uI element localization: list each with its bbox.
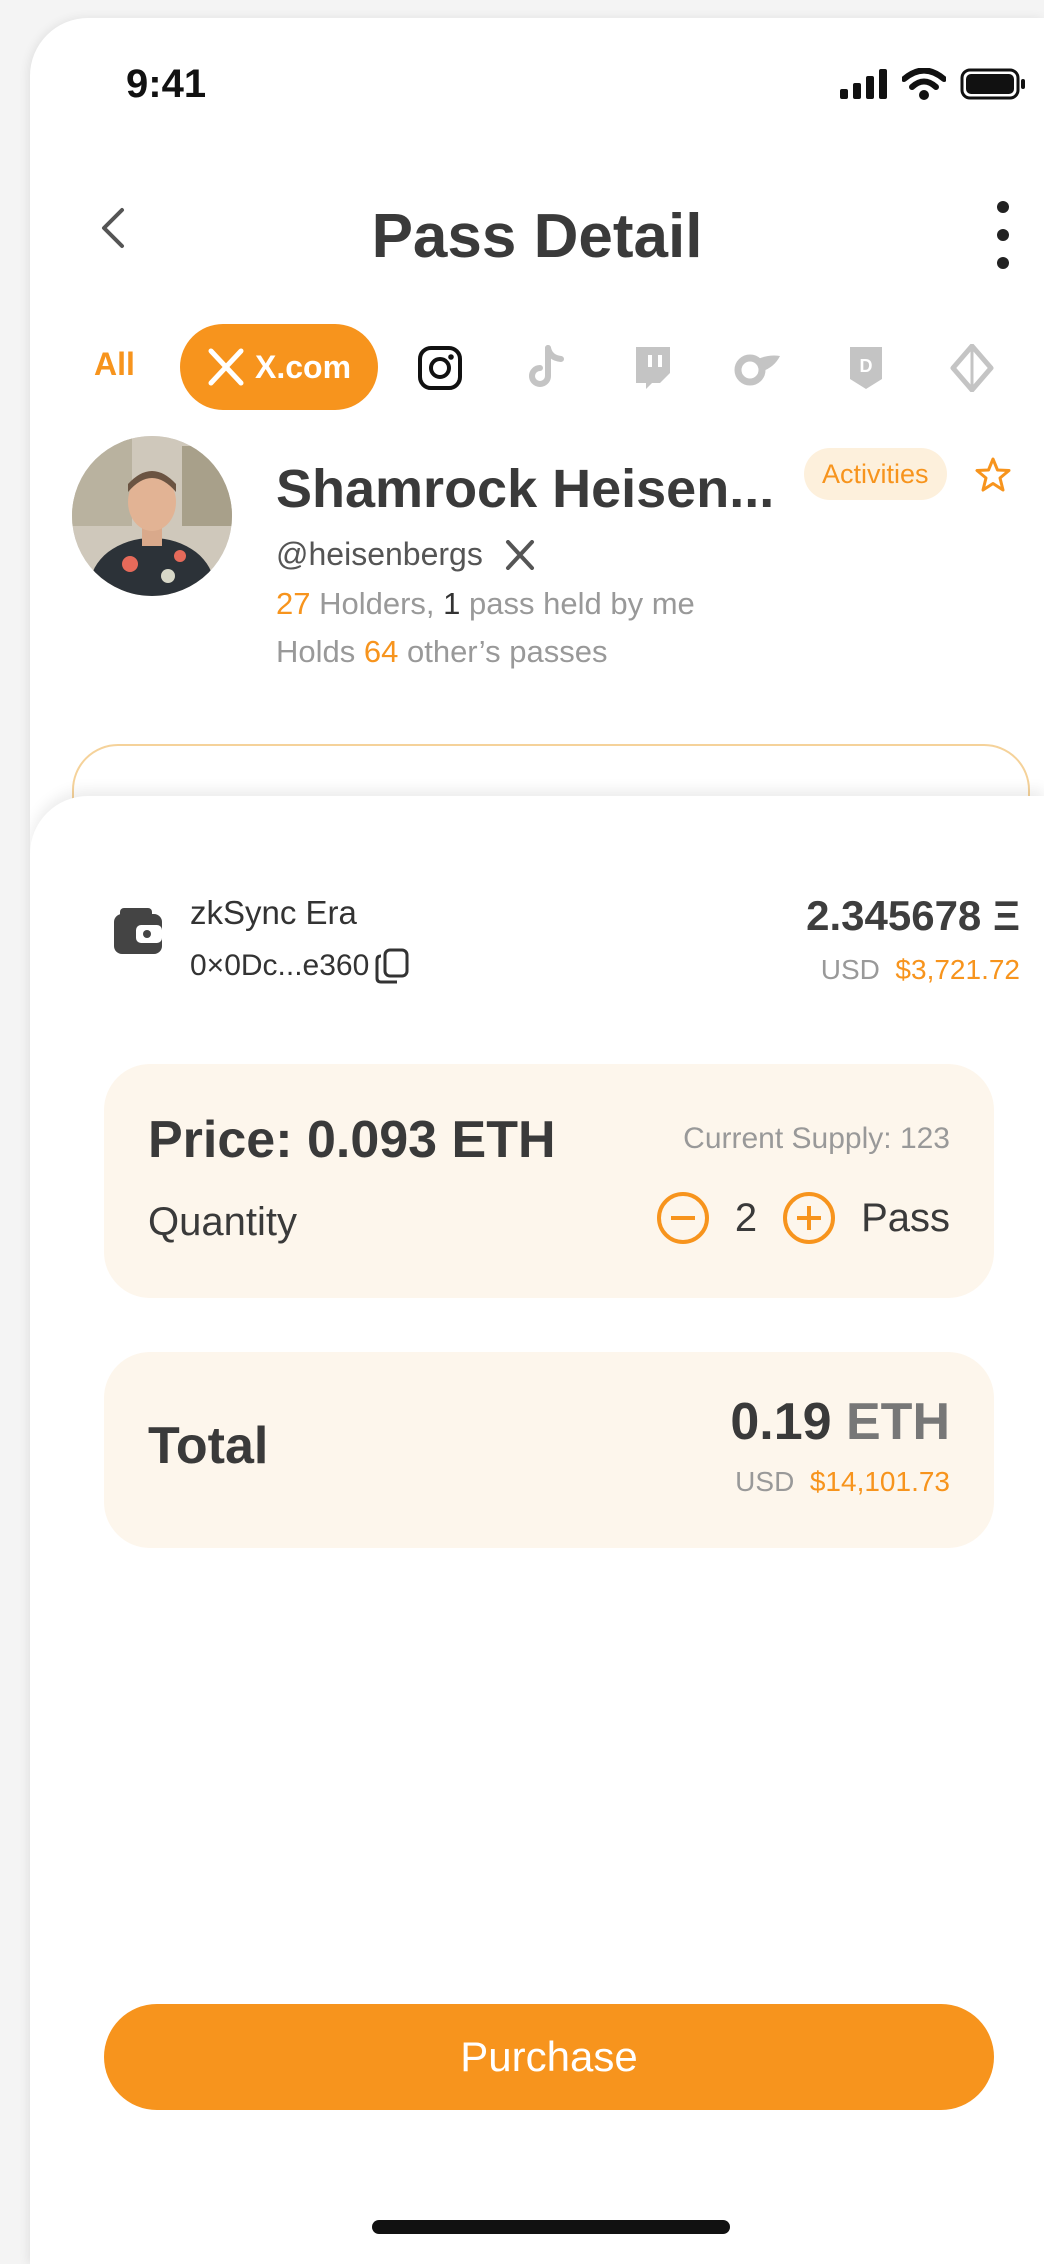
wallet-balance: 2.345678 Ξ bbox=[806, 892, 1020, 939]
instagram-icon bbox=[418, 346, 462, 390]
tab-x-label: X.com bbox=[254, 348, 352, 385]
profile-handle: @heisenbergs bbox=[276, 536, 483, 572]
purchase-button[interactable]: Purchase bbox=[104, 2004, 994, 2110]
x-logo-icon bbox=[208, 348, 244, 386]
ens-icon bbox=[950, 344, 994, 392]
usd-value: $3,721.72 bbox=[895, 954, 1020, 985]
phone-screen: 9:41 Pass Detail All X.com D Shamrock He… bbox=[30, 18, 1044, 2264]
wifi-icon bbox=[902, 68, 946, 100]
more-options-button[interactable] bbox=[988, 201, 1018, 269]
wallet-usd: USD $3,721.72 bbox=[821, 954, 1020, 986]
total-usd-value: $14,101.73 bbox=[809, 1466, 950, 1497]
quantity-stepper: 2 Pass bbox=[656, 1192, 950, 1244]
battery-icon bbox=[960, 68, 1025, 100]
holders-stats: 27 Holders, 1 pass held by me bbox=[276, 586, 695, 622]
status-time: 9:41 bbox=[126, 62, 207, 106]
usd-label: USD bbox=[820, 954, 880, 985]
tab-x-com[interactable]: X.com bbox=[180, 324, 378, 410]
x-logo-icon bbox=[505, 539, 534, 570]
profile-handle-row: @heisenbergs bbox=[276, 536, 535, 573]
increase-quantity-button[interactable] bbox=[783, 1192, 836, 1244]
total-unit: ETH bbox=[846, 1393, 950, 1451]
held-by-me-count: 1 bbox=[443, 586, 461, 621]
avatar bbox=[72, 436, 232, 596]
dot bbox=[997, 229, 1009, 241]
copy-icon[interactable] bbox=[375, 948, 409, 984]
favorite-button[interactable] bbox=[974, 456, 1012, 494]
twitch-icon bbox=[636, 347, 670, 389]
purchase-sheet: zkSync Era 0×0Dc...e360 2.345678 Ξ USD $… bbox=[30, 796, 1044, 2264]
quantity-label: Quantity bbox=[148, 1200, 297, 1244]
tab-discord[interactable]: D bbox=[842, 344, 890, 392]
dot bbox=[997, 201, 1009, 213]
avatar-image bbox=[72, 436, 232, 596]
activities-button[interactable]: Activities bbox=[804, 448, 947, 500]
decrease-quantity-button[interactable] bbox=[656, 1192, 709, 1244]
page-title: Pass Detail bbox=[371, 202, 703, 271]
total-eth: 0.19 bbox=[730, 1393, 832, 1451]
tiktok-icon bbox=[529, 345, 564, 387]
platform-tabs: All X.com D bbox=[30, 324, 1044, 410]
total-amount: 0.19 ETH bbox=[730, 1392, 950, 1452]
quantity-value: 2 bbox=[734, 1195, 758, 1240]
total-card: Total 0.19 ETH USD $14,101.73 bbox=[104, 1352, 994, 1548]
discord-icon: D bbox=[850, 347, 882, 389]
current-supply: Current Supply: 123 bbox=[683, 1122, 950, 1155]
wallet-address: 0×0Dc...e360 bbox=[190, 949, 370, 982]
tab-onlyfans[interactable] bbox=[734, 344, 782, 392]
onlyfans-icon bbox=[734, 354, 780, 386]
holds-prefix: Holds bbox=[276, 634, 364, 669]
total-usd: USD $14,101.73 bbox=[735, 1466, 950, 1498]
plus-icon-v bbox=[807, 1206, 812, 1230]
held-by-me-text: pass held by me bbox=[460, 586, 695, 621]
total-label: Total bbox=[148, 1417, 269, 1475]
home-indicator bbox=[372, 2220, 730, 2234]
holds-stats: Holds 64 other’s passes bbox=[276, 634, 607, 670]
minus-icon bbox=[670, 1216, 695, 1220]
holders-count: 27 bbox=[276, 586, 311, 621]
tab-ens[interactable] bbox=[948, 344, 996, 392]
total-usd-label: USD bbox=[735, 1466, 795, 1497]
star-icon bbox=[975, 457, 1011, 492]
profile-name: Shamrock Heisen... bbox=[276, 459, 775, 519]
tab-instagram[interactable] bbox=[416, 344, 464, 392]
status-icons bbox=[840, 68, 1026, 100]
price-label: Price: 0.093 ETH bbox=[148, 1111, 556, 1169]
wallet-network: zkSync Era bbox=[190, 894, 357, 931]
tab-all[interactable]: All bbox=[94, 346, 135, 383]
holders-text: Holders, bbox=[310, 586, 444, 621]
signal-icon bbox=[840, 69, 887, 99]
quantity-unit: Pass bbox=[861, 1195, 950, 1240]
price-card: Price: 0.093 ETH Current Supply: 123 Qua… bbox=[104, 1064, 994, 1298]
dot bbox=[997, 257, 1009, 269]
tab-twitch[interactable] bbox=[628, 344, 676, 392]
holds-count: 64 bbox=[363, 634, 399, 669]
holds-suffix: other’s passes bbox=[398, 634, 608, 669]
wallet-icon bbox=[112, 906, 164, 958]
tab-tiktok[interactable] bbox=[522, 344, 570, 392]
wallet-address-row: 0×0Dc...e360 bbox=[190, 948, 409, 984]
svg-text:D: D bbox=[860, 356, 873, 376]
